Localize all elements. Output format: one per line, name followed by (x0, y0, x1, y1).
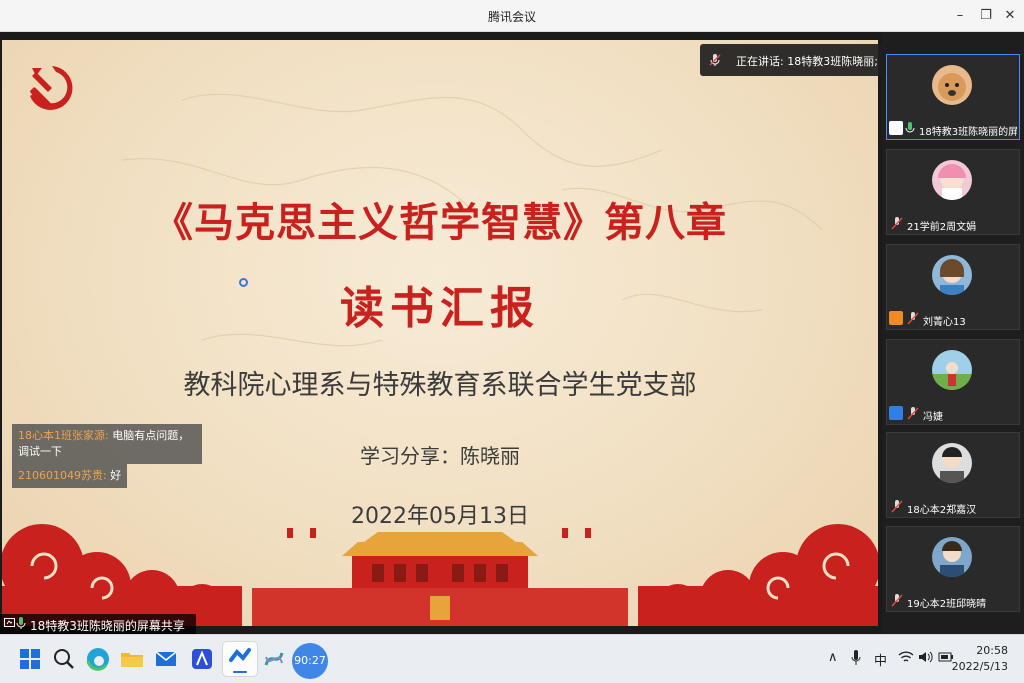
participant-name: 18心本2郑嘉汉 (907, 505, 977, 516)
microphone-muted-icon (891, 217, 903, 230)
chat-message: 210601049苏贵: 好 (12, 464, 128, 488)
participant-name: 刘菁心13 (923, 317, 966, 328)
presentation-slide: 《马克思主义哲学智慧》第八章 读书汇报 教科院心理系与特殊教育系联合学生党支部 … (2, 40, 878, 626)
window-titlebar: 腾讯会议 – ❐ ✕ (0, 0, 1024, 32)
close-button[interactable]: ✕ (1000, 6, 1020, 26)
screen-share-bar[interactable]: 18特教3班陈晓丽的屏幕共享 (0, 614, 196, 634)
chat-sender: 210601049苏贵: (18, 469, 107, 482)
microphone-icon (16, 617, 26, 629)
participant-tile[interactable]: 刘菁心13 (886, 244, 1020, 330)
screen-share-icon (889, 121, 903, 135)
participant-tile[interactable]: 21学前2周文娟 (886, 149, 1020, 235)
chat-sender: 18心本1班张家源: (18, 429, 109, 442)
participant-tile[interactable]: 18心本2郑嘉汉 (886, 432, 1020, 518)
participant-name: 21学前2周文娟 (907, 222, 977, 233)
participant-name: 冯婕 (923, 412, 943, 423)
participant-tile[interactable]: 19心本2班邱晓晴 (886, 526, 1020, 612)
microphone-icon (709, 54, 721, 66)
windows-start-icon[interactable] (16, 645, 44, 673)
taskbar: 90:27 ∧ 中 20:58 2022/5/13 (0, 634, 1024, 683)
ime-indicator[interactable]: 中 (874, 650, 887, 669)
party-emblem-icon (30, 66, 73, 110)
microphone-muted-icon (907, 312, 919, 325)
participant-tile[interactable]: 冯婕 (886, 339, 1020, 425)
slide-organization: 教科院心理系与特殊教育系联合学生党支部 (183, 370, 697, 401)
slide-title-line1: 《马克思主义哲学智慧》第八章 (153, 199, 727, 246)
speaking-indicator: 正在讲话: 18特教3班陈晓丽; (700, 44, 894, 76)
microphone-icon[interactable] (850, 649, 862, 667)
screen-share-label: 18特教3班陈晓丽的屏幕共享 (30, 619, 185, 633)
show-hidden-icons-button[interactable]: ∧ (828, 650, 838, 665)
shared-screen-area: 《马克思主义哲学智慧》第八章 读书汇报 教科院心理系与特殊教育系联合学生党支部 … (0, 32, 882, 634)
participant-gallery: 18特教3班陈晓丽的屏... 21学前2周文娟 刘菁心13 冯婕 18心本2郑嘉… (882, 32, 1024, 634)
participant-namebar: 18心本2郑嘉汉 (887, 497, 1019, 517)
gate-and-clouds-decoration (2, 524, 878, 626)
screen-share-icon (4, 618, 15, 627)
avatar (932, 65, 972, 105)
edge-browser-icon[interactable] (84, 645, 112, 673)
search-icon[interactable] (50, 645, 78, 673)
participant-tile[interactable]: 18特教3班陈晓丽的屏... (886, 54, 1020, 140)
avatar (932, 255, 972, 295)
avatar (932, 537, 972, 577)
app-icon[interactable] (260, 645, 288, 673)
avatar (932, 350, 972, 390)
app-icon[interactable] (188, 645, 216, 673)
person-icon (889, 406, 903, 420)
tencent-meeting-taskbar-button[interactable] (222, 641, 258, 677)
microphone-icon (905, 122, 915, 133)
screen: 腾讯会议 – ❐ ✕ 《马克思主义哲学智慧》第八章 读书汇报 教科院心理系与特殊… (0, 0, 1024, 683)
volume-icon[interactable] (918, 650, 934, 664)
participant-namebar: 18特教3班陈晓丽的屏... (887, 119, 1019, 139)
minimize-button[interactable]: – (950, 6, 970, 26)
avatar (932, 443, 972, 483)
microphone-muted-icon (891, 594, 903, 607)
participant-namebar: 冯婕 (887, 404, 1019, 424)
speaking-text: 正在讲话: 18特教3班陈晓丽; (736, 55, 878, 68)
mail-icon[interactable] (152, 645, 180, 673)
mouse-cursor-icon (239, 278, 248, 287)
participant-name: 18特教3班陈晓丽的屏... (919, 127, 1017, 138)
tencent-meeting-icon (229, 648, 251, 673)
participant-namebar: 21学前2周文娟 (887, 214, 1019, 234)
weather-widget[interactable]: 90:27 (292, 643, 328, 679)
system-clock[interactable]: 20:58 2022/5/13 (952, 643, 1008, 675)
restore-button[interactable]: ❐ (976, 6, 996, 26)
microphone-muted-icon (891, 500, 903, 513)
window-title: 腾讯会议 (487, 10, 536, 24)
clock-time: 20:58 (976, 644, 1008, 657)
participant-name: 19心本2班邱晓晴 (907, 599, 987, 610)
participant-namebar: 刘菁心13 (887, 309, 1019, 329)
participant-namebar: 19心本2班邱晓晴 (887, 591, 1019, 611)
microphone-muted-icon (907, 407, 919, 420)
slide-title-line2: 读书汇报 (340, 283, 540, 334)
person-icon (889, 311, 903, 325)
chat-text: 好 (106, 469, 122, 482)
avatar (932, 160, 972, 200)
chat-message: 18心本1班张家源: 电脑有点问题，调试一下 (12, 424, 202, 464)
file-explorer-icon[interactable] (118, 645, 146, 673)
clock-date: 2022/5/13 (951, 660, 1008, 673)
wifi-icon[interactable] (898, 650, 914, 664)
